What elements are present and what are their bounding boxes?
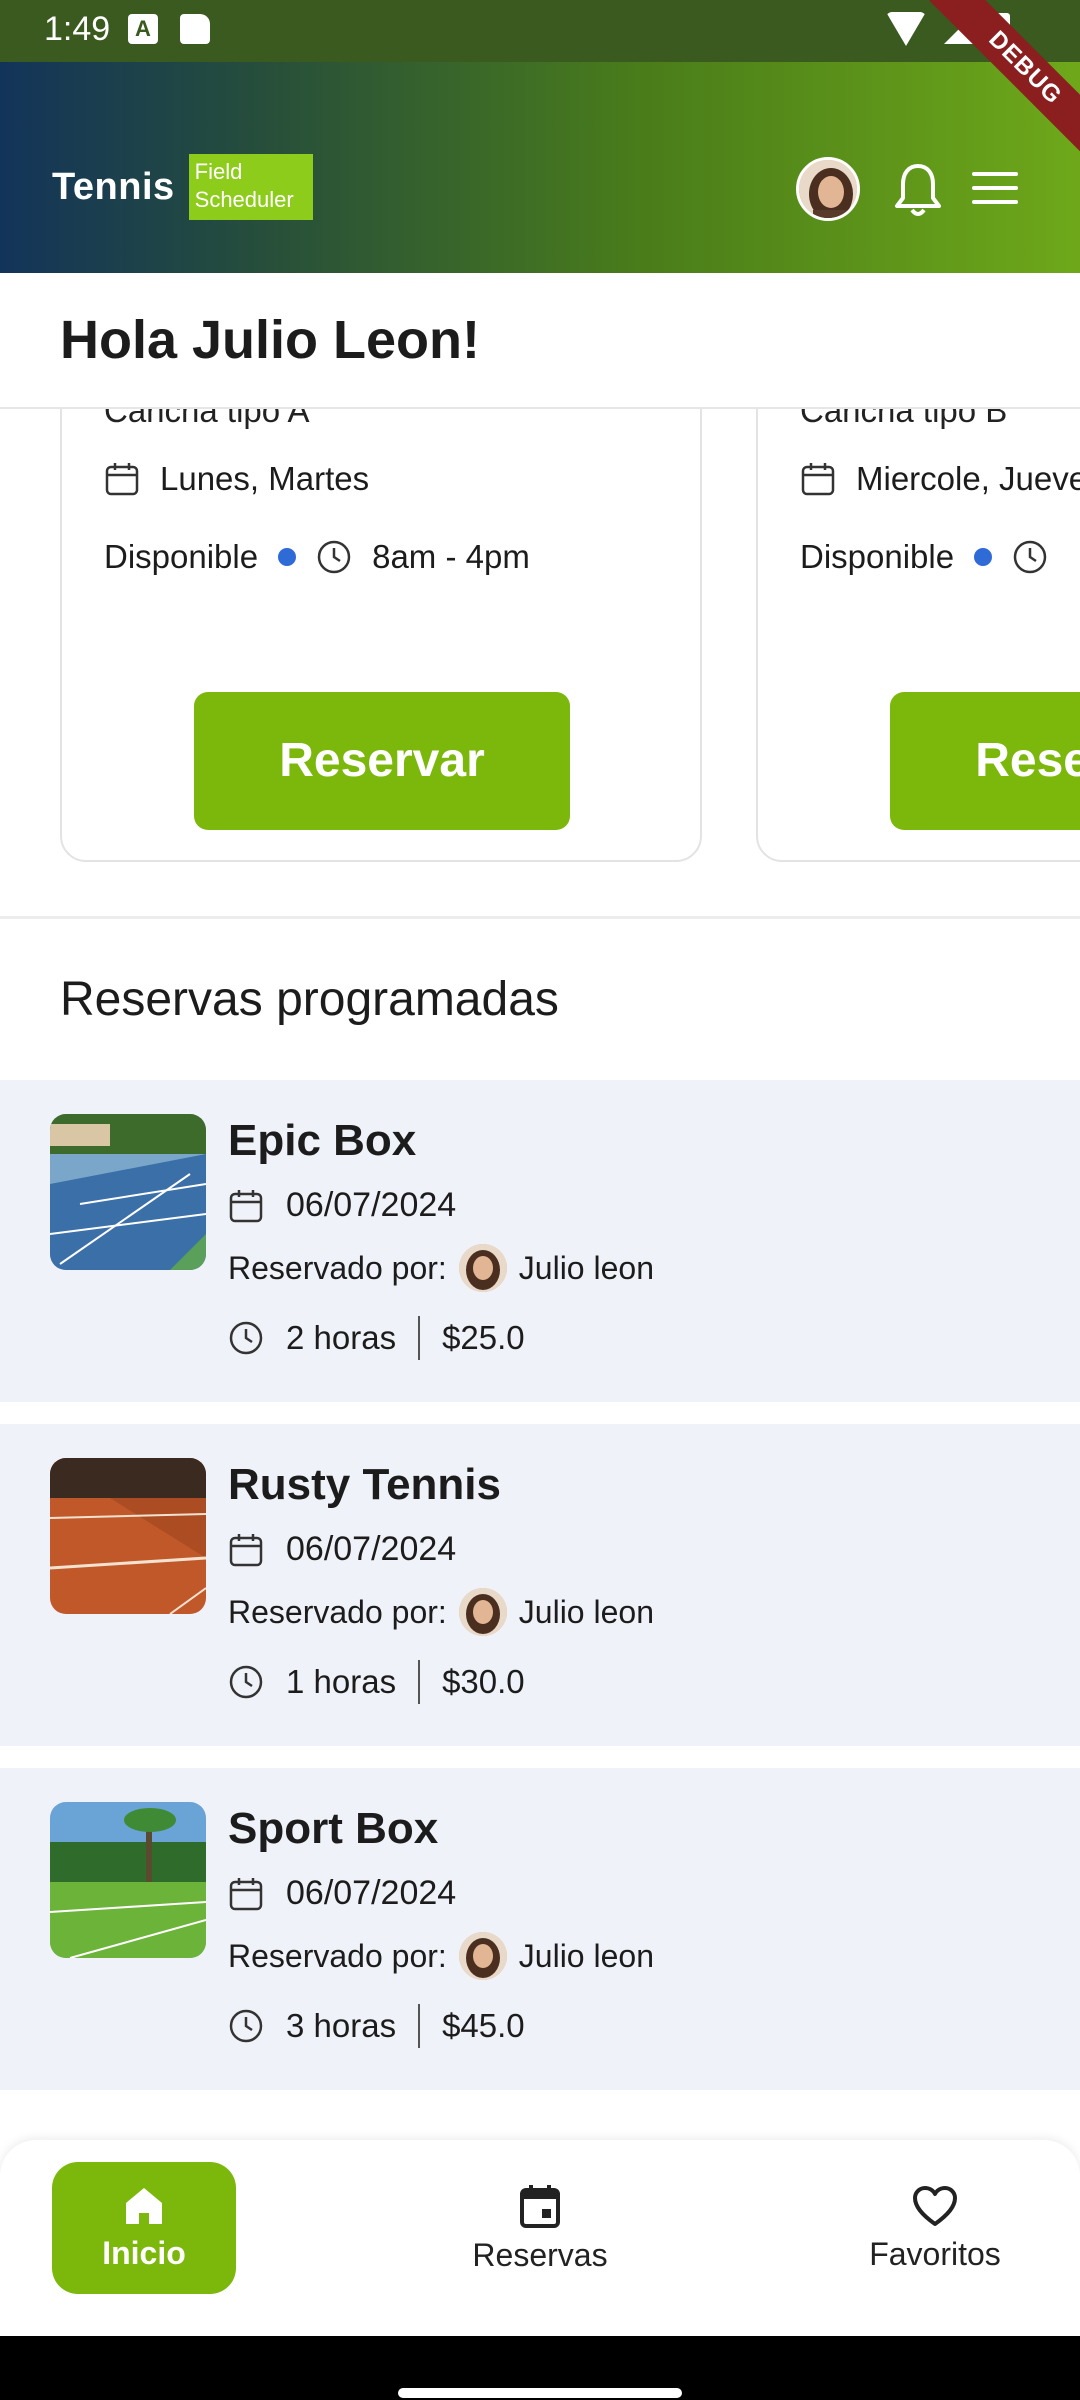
meta-separator [418,1660,421,1704]
user-avatar [458,1588,507,1636]
field-availability: Disponible [800,538,1048,576]
user-avatar [458,1932,507,1980]
reserved-by: Reservado por: Julio leon [228,1244,654,1292]
calendar-icon [229,1189,263,1222]
reservation-duration: 3 horas [286,2007,397,2044]
meta-separator [418,1316,421,1360]
nav-reservations[interactable]: Reservas [440,2162,640,2294]
clock-icon [229,1321,263,1355]
clock-icon [229,1665,263,1699]
reservation-price: $45.0 [442,2007,525,2044]
reservation-meta: 3 horas $45.0 [228,2004,525,2048]
reserved-by: Reservado por: Julio leon [228,1932,654,1980]
reservation-item[interactable]: Sport Box 06/07/2024 Reservado por: Juli… [0,1768,1080,2090]
court-name: Sport Box [228,1804,439,1853]
clock-icon [317,540,351,574]
app-logo: Tennis Field Scheduler [52,154,313,220]
nav-home[interactable]: Inicio [52,2162,236,2294]
home-icon [126,2187,162,2224]
reservation-meta: 2 horas $25.0 [228,1316,525,1360]
court-name: Rusty Tennis [228,1460,502,1509]
reserved-by-name: Julio leon [518,1937,654,1974]
nav-favorites-label: Favoritos [869,2235,1001,2272]
availability-dot [974,548,993,566]
availability-dot [278,548,297,566]
status-time: 1:49 [44,10,111,48]
section-divider [0,916,1080,919]
meta-separator [418,2004,421,2048]
clock-icon [229,2009,263,2043]
field-hours: 8am - 4pm [372,538,530,575]
reservation-item[interactable]: Rusty Tennis 06/07/2024 Reservado por: J… [0,1424,1080,1746]
reservation-price: $25.0 [442,1319,525,1356]
field-availability: Disponible 8am - 4pm [104,538,530,576]
app-header: Tennis Field Scheduler [0,62,1080,273]
reservation-date-text: 06/07/2024 [286,1186,457,1224]
availability-label: Disponible [104,538,259,575]
calendar-icon [801,463,835,496]
notifications-bell-icon[interactable] [890,160,946,220]
hamburger-menu-icon[interactable] [970,166,1022,210]
a-notification-icon [128,14,158,44]
clock-icon [1013,540,1047,574]
reservation-price: $30.0 [442,1663,525,1700]
reservation-date-text: 06/07/2024 [286,1530,457,1568]
status-bar: 1:49 [0,0,1080,62]
sd-card-icon [180,14,210,44]
reserved-by: Reservado por: Julio leon [228,1588,654,1636]
wifi-icon [886,12,926,46]
logo-title: Tennis [52,165,175,208]
reservation-item[interactable]: Epic Box 06/07/2024 Reservado por: Julio… [0,1080,1080,1402]
reserve-button[interactable]: Reservar [890,692,1080,830]
calendar-icon [229,1877,263,1910]
court-name: Epic Box [228,1116,417,1165]
nav-home-label: Inicio [102,2234,186,2271]
reservation-duration: 2 horas [286,1319,397,1356]
nav-reservations-label: Reservas [472,2236,608,2273]
reserve-button[interactable]: Reservar [194,692,570,830]
reservation-duration: 1 horas [286,1663,397,1700]
profile-avatar[interactable] [796,157,860,221]
greeting-bar: Hola Julio Leon! [0,273,1080,409]
nav-favorites[interactable]: Favoritos [840,2162,1030,2294]
heart-icon [913,2185,957,2226]
status-notification-icons [128,14,210,44]
court-thumbnail [50,1114,206,1270]
reservation-date: 06/07/2024 [228,1530,456,1569]
court-thumbnail [50,1802,206,1958]
home-gesture-handle[interactable] [398,2388,682,2398]
field-days-text: Miercole, Jueves [856,460,1080,497]
greeting-text: Hola Julio Leon! [60,310,481,370]
court-thumbnail [50,1458,206,1614]
field-days: Lunes, Martes [104,460,369,498]
calendar-icon [229,1533,263,1566]
availability-label: Disponible [800,538,955,575]
reserved-by-label: Reservado por: [228,1593,447,1630]
field-days: Miercole, Jueves [800,460,1080,498]
user-avatar [458,1244,507,1292]
section-title: Reservas programadas [60,973,559,1026]
calendar-icon [520,2184,560,2228]
field-days-text: Lunes, Martes [160,460,370,497]
logo-subtitle: Field Scheduler [188,154,313,220]
reserved-by-name: Julio leon [518,1593,654,1630]
reserved-by-label: Reservado por: [228,1249,447,1286]
reservation-date: 06/07/2024 [228,1874,456,1913]
reservation-date: 06/07/2024 [228,1186,456,1225]
reservation-meta: 1 horas $30.0 [228,1660,525,1704]
calendar-icon [105,463,139,496]
reserved-by-label: Reservado por: [228,1937,447,1974]
bottom-navigation: Inicio Reservas Favoritos [0,2140,1080,2336]
reserved-by-name: Julio leon [518,1249,654,1286]
reservation-date-text: 06/07/2024 [286,1874,457,1912]
